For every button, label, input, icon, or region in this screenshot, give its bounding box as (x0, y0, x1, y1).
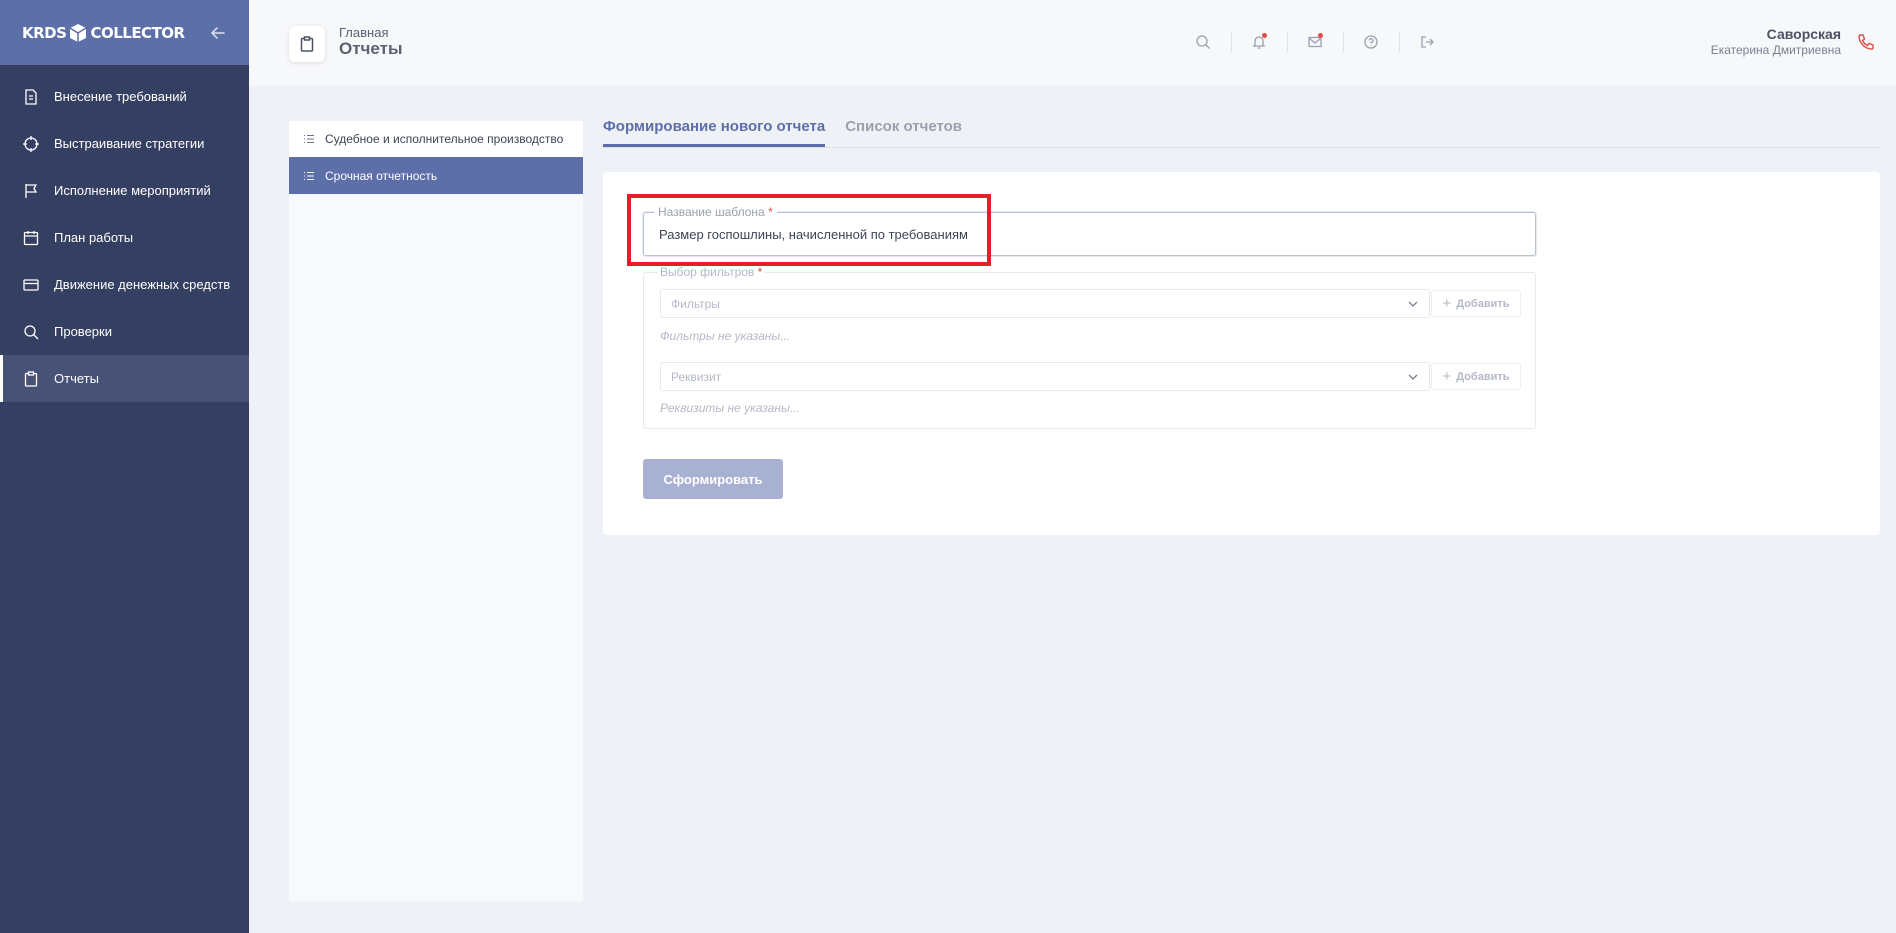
new-report-form: Название шаблона * Размер госпошлины, на… (603, 172, 1880, 535)
add-filter-button[interactable]: + Добавить (1431, 290, 1521, 317)
plus-icon: + (1442, 295, 1452, 312)
required-mark: * (768, 205, 773, 219)
add-filter-label: Добавить (1456, 297, 1510, 310)
sidebar-item-label: План работы (54, 230, 134, 245)
clipboard-icon (24, 370, 38, 387)
flag-icon (25, 183, 38, 198)
sidebar-header: KRDS COLLECTOR (0, 0, 249, 65)
sidebar-item-cash-flow[interactable]: Движение денежных средств (0, 261, 249, 308)
report-category-item[interactable]: Судебное и исполнительное производство (289, 121, 583, 157)
user-surname[interactable]: Саворская (1767, 26, 1841, 42)
report-category-label: Судебное и исполнительное производство (325, 132, 564, 146)
add-requisite-label: Добавить (1456, 370, 1510, 383)
card-icon (23, 278, 39, 291)
sidebar-item-label: Выстраивание стратегии (54, 136, 205, 151)
sidebar-item-label: Движение денежных средств (54, 277, 231, 292)
search-button[interactable] (1175, 30, 1231, 54)
breadcrumb[interactable]: Главная (339, 25, 388, 40)
sidebar-item-reports[interactable]: Отчеты (0, 355, 249, 402)
filters-placeholder: Фильтры (671, 296, 720, 311)
chevron-down-icon (1408, 374, 1418, 380)
template-name-label: Название шаблона * (654, 205, 777, 219)
header-actions (1175, 30, 1455, 54)
template-name-field[interactable]: Название шаблона * Размер госпошлины, на… (643, 205, 1536, 256)
message-dot (1318, 33, 1323, 38)
logo[interactable]: KRDS COLLECTOR (22, 23, 185, 43)
notifications-button[interactable] (1231, 30, 1287, 54)
list-icon (304, 134, 314, 144)
generate-report-button[interactable]: Сформировать (643, 459, 783, 499)
sidebar-nav: Внесение требований Выстраивание стратег… (0, 73, 249, 402)
plus-icon: + (1442, 368, 1452, 385)
calendar-icon (23, 230, 39, 245)
filters-group: Выбор фильтров * Фильтры + Добавить Филь… (643, 265, 1536, 429)
crosshair-icon (23, 135, 39, 152)
sidebar: KRDS COLLECTOR Внесение требований Выстр… (0, 0, 249, 933)
sidebar-item-events[interactable]: Исполнение мероприятий (0, 167, 249, 214)
search-icon (1196, 35, 1210, 49)
sidebar-item-checks[interactable]: Проверки (0, 308, 249, 355)
filters-group-label: Выбор фильтров * (658, 265, 765, 279)
list-icon (304, 171, 314, 180)
phone-icon[interactable] (1856, 32, 1876, 52)
filters-empty-note: Фильтры не указаны... (660, 329, 791, 343)
logo-text-right: COLLECTOR (90, 23, 185, 42)
report-tabs: Формирование нового отчета Список отчето… (603, 118, 1880, 148)
sidebar-item-claims[interactable]: Внесение требований (0, 73, 249, 120)
help-icon (1364, 35, 1378, 49)
help-button[interactable] (1343, 30, 1399, 54)
notification-dot (1262, 33, 1267, 38)
requisite-placeholder: Реквизит (671, 369, 722, 384)
template-name-input[interactable]: Размер госпошлины, начисленной по требов… (659, 227, 968, 242)
logout-icon (1421, 36, 1434, 48)
report-category-label: Срочная отчетность (325, 168, 438, 183)
sidebar-item-strategy[interactable]: Выстраивание стратегии (0, 120, 249, 167)
logout-button[interactable] (1399, 30, 1455, 54)
user-full-name: Екатерина Дмитриевна (1710, 43, 1841, 57)
messages-button[interactable] (1287, 30, 1343, 54)
sidebar-item-label: Исполнение мероприятий (54, 183, 211, 198)
top-header: Главная Отчеты Саворская Екатерина Дмитр… (249, 0, 1896, 86)
document-icon (25, 88, 37, 105)
requisite-empty-note: Реквизиты не указаны... (660, 401, 800, 415)
clipboard-icon (300, 36, 314, 52)
sidebar-item-label: Отчеты (54, 371, 99, 386)
chevron-down-icon (1408, 301, 1418, 307)
report-category-item[interactable]: Срочная отчетность (289, 157, 583, 194)
arrow-left-icon[interactable] (209, 24, 227, 42)
required-mark: * (757, 265, 763, 279)
report-categories-panel: Судебное и исполнительное производство С… (289, 121, 583, 901)
tab-new-report[interactable]: Формирование нового отчета (603, 118, 826, 147)
sidebar-item-label: Проверки (54, 324, 112, 339)
requisite-select[interactable]: Реквизит (660, 362, 1430, 391)
sidebar-item-label: Внесение требований (54, 89, 187, 104)
logo-text-left: KRDS (22, 23, 67, 42)
filters-select[interactable]: Фильтры (660, 289, 1430, 318)
sidebar-item-work-plan[interactable]: План работы (0, 214, 249, 261)
search-icon (24, 324, 39, 339)
add-requisite-button[interactable]: + Добавить (1431, 363, 1521, 390)
page-title: Отчеты (339, 39, 403, 58)
page-icon (289, 26, 325, 62)
tab-report-list[interactable]: Список отчетов (845, 118, 962, 147)
cube-logo-icon (70, 23, 87, 42)
